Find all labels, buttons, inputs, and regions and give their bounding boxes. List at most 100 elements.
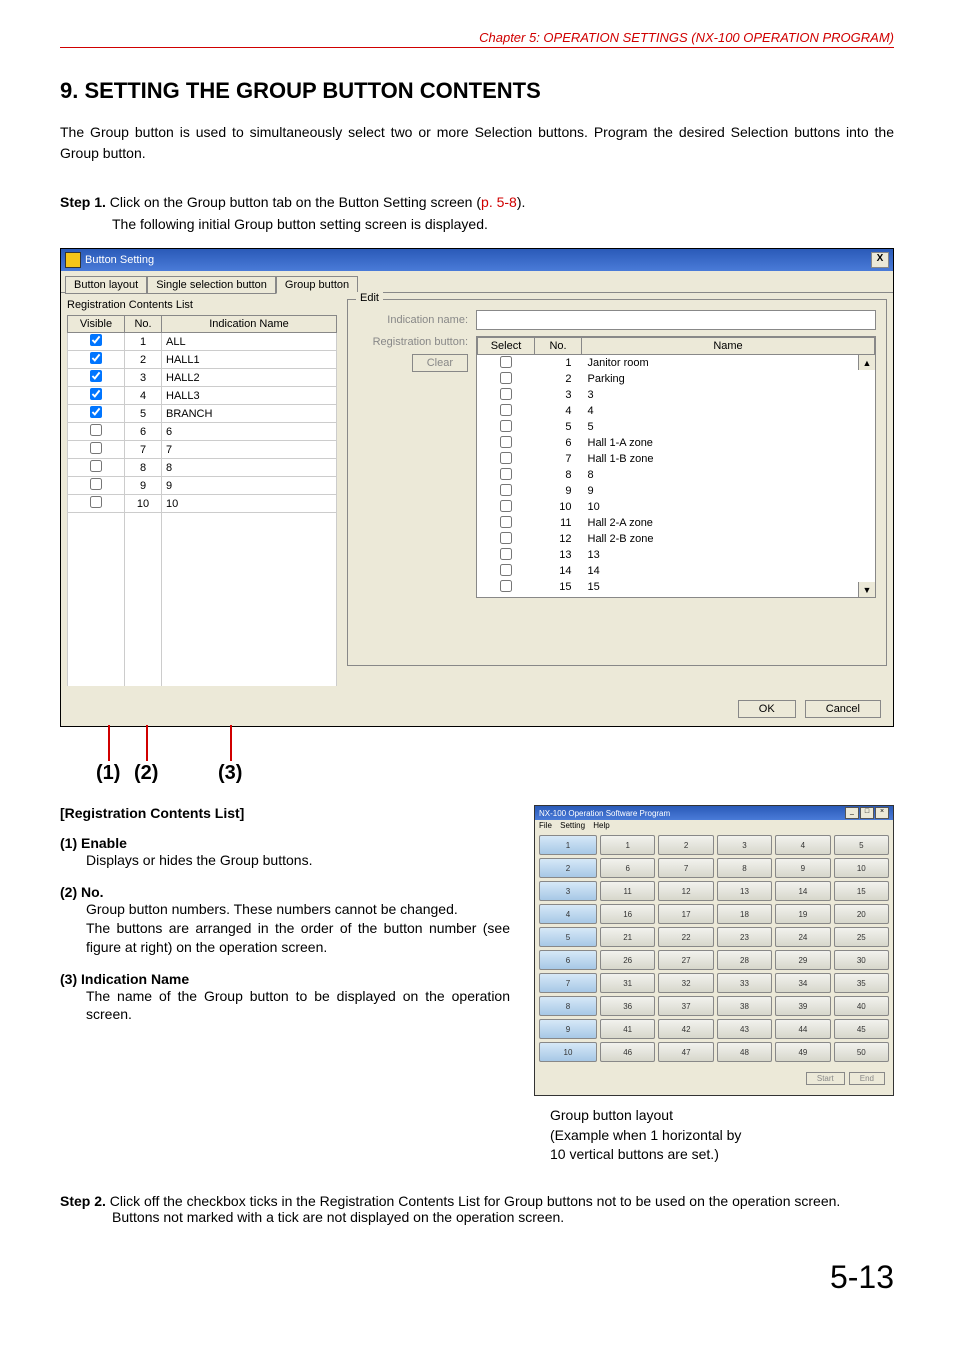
select-checkbox[interactable]: [500, 580, 512, 592]
selection-button[interactable]: 47: [658, 1042, 713, 1062]
selection-button[interactable]: 33: [717, 973, 772, 993]
col-no[interactable]: No.: [125, 316, 162, 333]
selection-button[interactable]: 10: [834, 858, 889, 878]
selection-button[interactable]: 28: [717, 950, 772, 970]
table-row[interactable]: 55: [478, 419, 875, 435]
selection-button[interactable]: 30: [834, 950, 889, 970]
selection-button[interactable]: 26: [600, 950, 655, 970]
table-row[interactable]: 1313: [478, 547, 875, 563]
table-row[interactable]: 66: [68, 423, 337, 441]
selection-button[interactable]: 6: [600, 858, 655, 878]
selection-button[interactable]: 2: [658, 835, 713, 855]
scroll-up-icon[interactable]: ▲: [858, 355, 875, 370]
table-row[interactable]: 7Hall 1-B zone: [478, 451, 875, 467]
select-checkbox[interactable]: [500, 500, 512, 512]
selection-button[interactable]: 49: [775, 1042, 830, 1062]
selection-button[interactable]: 7: [658, 858, 713, 878]
table-row[interactable]: 1010: [478, 499, 875, 515]
select-checkbox[interactable]: [500, 532, 512, 544]
table-row[interactable]: 3HALL2: [68, 369, 337, 387]
selection-button[interactable]: 34: [775, 973, 830, 993]
sel-col-select[interactable]: Select: [478, 338, 535, 355]
start-button[interactable]: Start: [806, 1072, 845, 1085]
selection-button[interactable]: 18: [717, 904, 772, 924]
clear-button[interactable]: Clear: [412, 354, 468, 372]
selection-button[interactable]: 19: [775, 904, 830, 924]
ok-button[interactable]: OK: [738, 700, 796, 718]
select-checkbox[interactable]: [500, 388, 512, 400]
select-checkbox[interactable]: [500, 516, 512, 528]
table-row[interactable]: 2HALL1: [68, 351, 337, 369]
visible-checkbox[interactable]: [90, 334, 102, 346]
selection-button[interactable]: 40: [834, 996, 889, 1016]
col-visible[interactable]: Visible: [68, 316, 125, 333]
select-checkbox[interactable]: [500, 436, 512, 448]
select-checkbox[interactable]: [500, 356, 512, 368]
table-row[interactable]: 33: [478, 387, 875, 403]
select-checkbox[interactable]: [500, 564, 512, 576]
selection-button[interactable]: 42: [658, 1019, 713, 1039]
table-row[interactable]: 1515: [478, 579, 875, 595]
end-button[interactable]: End: [849, 1072, 885, 1085]
visible-checkbox[interactable]: [90, 370, 102, 382]
selection-button[interactable]: 37: [658, 996, 713, 1016]
cancel-button[interactable]: Cancel: [805, 700, 881, 718]
sel-col-name[interactable]: Name: [582, 338, 875, 355]
selection-button[interactable]: 17: [658, 904, 713, 924]
select-checkbox[interactable]: [500, 404, 512, 416]
selection-button[interactable]: 1: [600, 835, 655, 855]
group-button[interactable]: 2: [539, 858, 597, 878]
selection-button[interactable]: 20: [834, 904, 889, 924]
sel-col-no[interactable]: No.: [535, 338, 582, 355]
visible-checkbox[interactable]: [90, 442, 102, 454]
selection-button[interactable]: 46: [600, 1042, 655, 1062]
visible-checkbox[interactable]: [90, 460, 102, 472]
scroll-down-icon[interactable]: ▼: [858, 582, 875, 597]
group-button[interactable]: 10: [539, 1042, 597, 1062]
selection-button[interactable]: 13: [717, 881, 772, 901]
selection-button[interactable]: 4: [775, 835, 830, 855]
table-row[interactable]: 88: [478, 467, 875, 483]
maximize-icon[interactable]: □: [860, 807, 874, 819]
tab-single-selection[interactable]: Single selection button: [147, 276, 276, 294]
visible-checkbox[interactable]: [90, 388, 102, 400]
visible-checkbox[interactable]: [90, 496, 102, 508]
group-button[interactable]: 1: [539, 835, 597, 855]
tab-button-layout[interactable]: Button layout: [65, 276, 147, 294]
table-row[interactable]: 1Janitor room: [478, 355, 875, 372]
table-row[interactable]: 5BRANCH: [68, 405, 337, 423]
selection-button[interactable]: 9: [775, 858, 830, 878]
selection-button[interactable]: 36: [600, 996, 655, 1016]
selection-button[interactable]: 41: [600, 1019, 655, 1039]
selection-button[interactable]: 35: [834, 973, 889, 993]
group-button[interactable]: 9: [539, 1019, 597, 1039]
selection-button[interactable]: 48: [717, 1042, 772, 1062]
selection-button[interactable]: 15: [834, 881, 889, 901]
selection-button[interactable]: 43: [717, 1019, 772, 1039]
selection-button[interactable]: 5: [834, 835, 889, 855]
selection-button[interactable]: 21: [600, 927, 655, 947]
op-close-icon[interactable]: ×: [875, 807, 889, 819]
table-row[interactable]: 1414: [478, 563, 875, 579]
table-row[interactable]: 99: [478, 483, 875, 499]
table-row[interactable]: 6Hall 1-A zone: [478, 435, 875, 451]
table-row[interactable]: 11Hall 2-A zone: [478, 515, 875, 531]
select-checkbox[interactable]: [500, 420, 512, 432]
selection-button[interactable]: 22: [658, 927, 713, 947]
close-icon[interactable]: X: [871, 252, 889, 268]
table-row[interactable]: 2Parking: [478, 371, 875, 387]
group-button[interactable]: 3: [539, 881, 597, 901]
selection-button[interactable]: 8: [717, 858, 772, 878]
minimize-icon[interactable]: _: [845, 807, 859, 819]
table-row[interactable]: 77: [68, 441, 337, 459]
selection-button[interactable]: 39: [775, 996, 830, 1016]
tab-group-button[interactable]: Group button: [276, 276, 358, 294]
visible-checkbox[interactable]: [90, 478, 102, 490]
selection-button[interactable]: 24: [775, 927, 830, 947]
select-checkbox[interactable]: [500, 468, 512, 480]
group-button[interactable]: 7: [539, 973, 597, 993]
select-checkbox[interactable]: [500, 548, 512, 560]
selection-button[interactable]: 32: [658, 973, 713, 993]
menu-file[interactable]: File: [539, 821, 552, 830]
group-button[interactable]: 4: [539, 904, 597, 924]
